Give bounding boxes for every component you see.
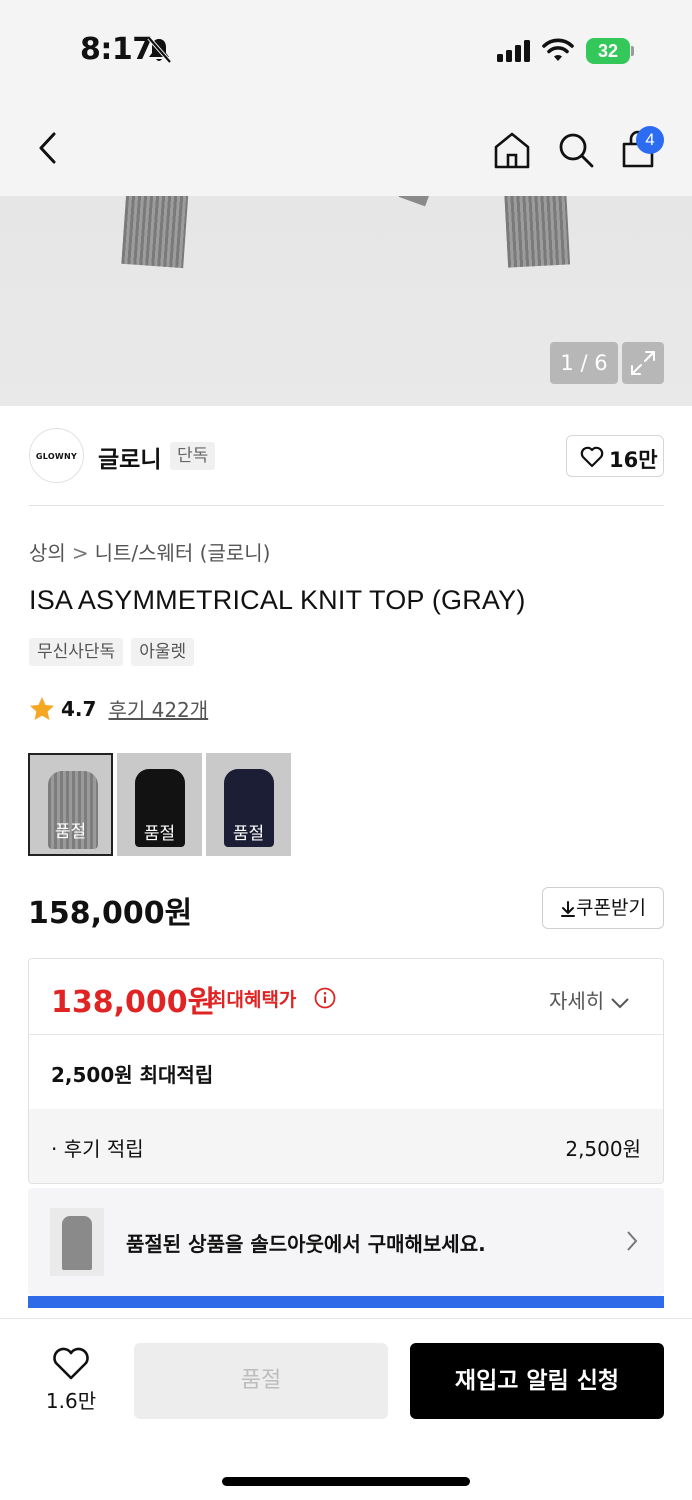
- product-photo-strap: [398, 196, 430, 207]
- brand-exclusive-tag: 단독: [170, 442, 216, 470]
- home-indicator: [222, 1477, 470, 1486]
- original-price: 158,000원: [28, 896, 193, 931]
- breadcrumb-item-top[interactable]: 상의: [29, 541, 66, 565]
- battery-level: 32: [586, 38, 630, 64]
- back-arrow-icon[interactable]: [30, 130, 66, 166]
- status-bar: 8:17 32: [0, 0, 692, 100]
- wifi-icon: [542, 38, 574, 61]
- rating-summary: 4.7 후기 422개: [29, 694, 208, 723]
- top-nav-bar: 4: [0, 100, 692, 196]
- status-time: 8:17: [80, 32, 153, 67]
- banner-thumbnail-garment: [62, 1216, 92, 1270]
- star-icon: [30, 696, 54, 720]
- breadcrumb-item-knit[interactable]: 니트/스웨터 (글로니): [95, 541, 271, 565]
- battery-tip: [631, 46, 634, 56]
- chevron-right-icon: [627, 1231, 638, 1251]
- product-tags: 무신사단독 아울렛: [29, 638, 195, 666]
- product-photo-sleeve-right: [503, 196, 571, 268]
- expand-icon: [631, 351, 655, 375]
- chevron-down-icon: [611, 997, 629, 1008]
- wishlist-count: 1.6만: [45, 1389, 97, 1413]
- download-icon: [561, 900, 576, 917]
- cellular-signal-icon: [497, 40, 530, 62]
- wishlist-button[interactable]: 1.6만: [36, 1345, 106, 1415]
- max-benefit-row[interactable]: 138,000원 최대혜택가 자세히: [29, 959, 663, 1035]
- expand-gallery-button[interactable]: [622, 342, 664, 384]
- color-option-navy[interactable]: 품절: [206, 753, 291, 856]
- cart-count-badge[interactable]: 4: [636, 126, 664, 154]
- color-option-soldout-label: 품절: [143, 824, 176, 844]
- review-count-link[interactable]: 후기 422개: [108, 694, 208, 723]
- detail-toggle-label: 자세히: [549, 989, 605, 1013]
- banner-text: 품절된 상품을 솔드아웃에서 구매해보세요.: [126, 1232, 486, 1256]
- info-icon[interactable]: [314, 987, 336, 1009]
- home-icon[interactable]: [492, 130, 532, 170]
- banner-product-thumbnail: [50, 1208, 104, 1276]
- color-options: 품절 품절 품절: [28, 753, 291, 856]
- benefit-box: 138,000원 최대혜택가 자세히 2,500원 최대적립 · 후기 적립 2…: [28, 958, 664, 1184]
- restock-alert-button[interactable]: 재입고 알림 신청: [410, 1343, 664, 1419]
- color-option-black[interactable]: 품절: [117, 753, 202, 856]
- review-points-row: · 후기 적립 2,500원: [29, 1109, 663, 1183]
- max-points: 2,500원 최대적립: [51, 1063, 214, 1087]
- color-option-soldout-label: 품절: [54, 822, 87, 842]
- benefit-detail-toggle[interactable]: 자세히: [549, 985, 630, 1014]
- coupon-button-label: 쿠폰받기: [576, 897, 646, 919]
- category-breadcrumb: 상의 > 니트/스웨터 (글로니): [29, 537, 270, 566]
- brand-like-button[interactable]: 16만: [566, 435, 664, 477]
- bottom-action-bar: 1.6만 품절 재입고 알림 신청: [0, 1318, 692, 1500]
- battery-icon: 32: [586, 38, 634, 64]
- max-benefit-label: 최대혜택가: [209, 989, 297, 1011]
- brand-like-count: 16만: [609, 448, 658, 472]
- heart-icon: [580, 446, 604, 468]
- brand-logo[interactable]: GLOWNY: [29, 428, 84, 483]
- product-photo-sleeve-left: [121, 196, 189, 269]
- silent-bell-icon: [147, 36, 172, 64]
- review-points-label: · 후기 적립: [51, 1137, 144, 1161]
- tag-musinsa-exclusive: 무신사단독: [29, 638, 124, 666]
- gallery-page-indicator: 1 / 6: [550, 342, 618, 384]
- rating-value: 4.7: [61, 696, 97, 721]
- heart-icon: [53, 1347, 89, 1380]
- product-title: ISA ASYMMETRICAL KNIT TOP (GRAY): [29, 585, 526, 615]
- review-points-value: 2,500원: [565, 1137, 641, 1161]
- brand-name[interactable]: 글로니: [98, 440, 161, 474]
- breadcrumb-chevron-icon: >: [71, 541, 89, 565]
- search-icon[interactable]: [556, 130, 596, 170]
- promo-strip: [28, 1296, 664, 1308]
- tag-outlet: 아울렛: [131, 638, 195, 666]
- soldout-market-banner[interactable]: 품절된 상품을 솔드아웃에서 구매해보세요.: [28, 1188, 664, 1296]
- product-image-gallery[interactable]: 1 / 6: [0, 196, 692, 406]
- color-option-soldout-label: 품절: [232, 824, 265, 844]
- soldout-button: 품절: [134, 1343, 388, 1419]
- section-divider: [29, 505, 664, 506]
- max-benefit-price: 138,000원: [51, 985, 216, 1020]
- color-option-gray[interactable]: 품절: [28, 753, 113, 856]
- coupon-download-button[interactable]: 쿠폰받기: [542, 887, 664, 929]
